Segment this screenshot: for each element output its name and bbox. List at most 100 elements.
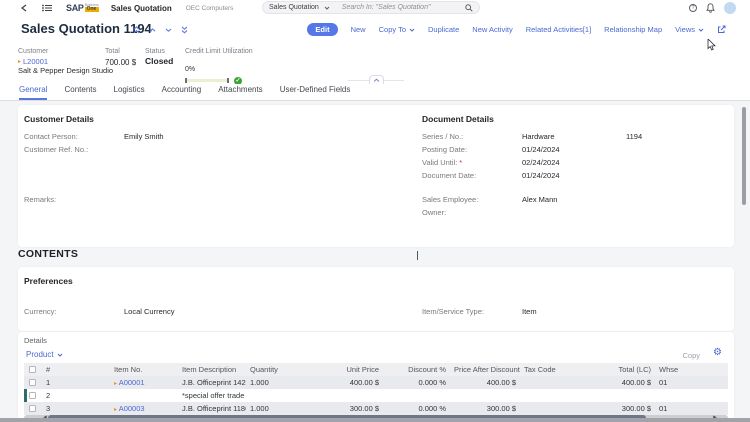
search-input[interactable]: Search In: "Sales Quotation" <box>342 4 465 11</box>
help-icon[interactable]: ? <box>689 4 697 12</box>
general-section-card: Customer Details Contact Person: Emily S… <box>18 105 734 247</box>
item-service-type-value[interactable]: Item <box>522 307 537 316</box>
sales-employee-label: Sales Employee: <box>422 195 478 204</box>
details-title: Details <box>24 336 47 345</box>
total-value: 700.00 $ <box>105 58 136 67</box>
cell-quantity: 1.000 <box>246 404 315 413</box>
currency-value[interactable]: Local Currency <box>124 307 174 316</box>
vertical-scrollbar[interactable] <box>742 101 747 418</box>
progress-start-tick <box>185 78 187 83</box>
relationship-map-button[interactable]: Relationship Map <box>604 25 662 34</box>
row-checkbox[interactable] <box>24 379 42 386</box>
document-date-label: Document Date: <box>422 171 476 180</box>
credit-progress-bar: ✓ <box>185 79 229 82</box>
cell-unit-price: 300.00 $ <box>315 404 383 413</box>
table-settings-gear-icon[interactable]: ⚙ <box>713 347 722 358</box>
contact-person-label: Contact Person: <box>24 132 78 141</box>
edit-button[interactable]: Edit <box>307 23 337 36</box>
owner-label: Owner: <box>422 208 446 217</box>
new-button[interactable]: New <box>351 25 366 34</box>
share-icon[interactable] <box>717 25 726 34</box>
select-all-checkbox[interactable] <box>24 366 42 373</box>
column-header-item-no-: Item No. <box>110 365 178 374</box>
cell-item-description: J.B. Officeprint 1420 <box>178 378 246 387</box>
required-marker: * <box>459 160 462 167</box>
customer-code-link[interactable]: ▸ L20001 <box>18 57 48 66</box>
customer-label: Customer <box>18 48 48 55</box>
cell--: 1 <box>42 378 110 387</box>
preferences-title: Preferences <box>24 276 73 286</box>
status-label: Status <box>145 48 165 55</box>
column-header-total-lc-: Total (LC) <box>588 365 655 374</box>
top-bar: SAP Business One Sales Quotation OEC Com… <box>0 0 750 16</box>
notifications-bell-icon[interactable] <box>706 3 715 13</box>
last-record-icon[interactable] <box>181 26 188 34</box>
column-header-tax-code: Tax Code <box>520 365 588 374</box>
cell-discount-: 0.000 % <box>383 404 450 413</box>
search-bar[interactable]: Sales Quotation Search In: "Sales Quotat… <box>262 1 480 14</box>
user-avatar[interactable] <box>724 2 736 14</box>
duplicate-button[interactable]: Duplicate <box>428 25 459 34</box>
document-number-value[interactable]: 1194 <box>626 132 642 141</box>
column-header-quantity: Quantity <box>246 365 315 374</box>
preferences-card: Preferences Currency: Local Currency Ite… <box>18 267 734 331</box>
sales-employee-value[interactable]: Alex Mann <box>522 195 557 204</box>
document-date-value[interactable]: 01/24/2024 <box>522 171 560 180</box>
product-dropdown[interactable]: Product <box>26 350 63 359</box>
search-scope-dropdown[interactable]: Sales Quotation <box>269 4 319 11</box>
tab-general[interactable]: General <box>19 85 47 100</box>
next-record-icon[interactable] <box>165 26 172 34</box>
series-value[interactable]: Hardware <box>522 132 555 141</box>
tab-contents[interactable]: Contents <box>64 85 96 100</box>
related-activities-1--button[interactable]: Related Activities[1] <box>526 25 591 34</box>
series-label: Series / No.: <box>422 132 463 141</box>
remarks-label: Remarks: <box>24 195 56 204</box>
contact-person-value[interactable]: Emily Smith <box>124 132 164 141</box>
chevron-down-icon <box>324 6 330 10</box>
valid-until-value[interactable]: 02/24/2024 <box>522 158 560 167</box>
cell-discount-: 0.000 % <box>383 378 450 387</box>
search-icon[interactable] <box>465 4 473 12</box>
customer-ref-label: Customer Ref. No.: <box>24 145 88 154</box>
currency-label: Currency: <box>24 307 57 316</box>
cell-whse: 01 <box>655 378 728 387</box>
title-bar: Sales Quotation 1194 EditNewCopy ToDupli… <box>0 17 750 43</box>
table-row[interactable]: 1▸ A00001J.B. Officeprint 14201.000 400.0… <box>24 376 728 389</box>
menu-icon[interactable] <box>40 4 54 12</box>
column-header-discount-: Discount % <box>383 365 450 374</box>
copy-to-button[interactable]: Copy To <box>379 25 415 34</box>
action-bar: Edit New Copy To Duplicate New Activity Relat… <box>307 23 726 36</box>
table-row[interactable]: 3▸ A00003J.B. Officeprint 11861.000300.0… <box>24 402 728 415</box>
views-button[interactable]: Views <box>675 25 704 34</box>
mouse-cursor <box>707 39 716 51</box>
cell-price-after-discount: 400.00 $ <box>450 378 520 387</box>
posting-date-label: Posting Date: <box>422 145 467 154</box>
tab-user-defined-fields[interactable]: User-Defined Fields <box>280 85 351 100</box>
tab-logistics[interactable]: Logistics <box>114 85 145 100</box>
table-row[interactable]: 2*special offer trade show* <box>24 389 728 402</box>
sales-quotation-app: SAP Business One Sales Quotation OEC Com… <box>0 0 750 422</box>
link-arrow-icon: ▸ <box>18 58 21 65</box>
column-header--: # <box>42 365 110 374</box>
cell--: 3 <box>42 404 110 413</box>
row-checkbox[interactable] <box>24 405 42 412</box>
copy-button[interactable]: Copy <box>682 351 700 360</box>
customer-name: Salt & Pepper Design Studio <box>18 66 113 75</box>
previous-record-icon[interactable] <box>149 26 156 34</box>
tab-accounting[interactable]: Accounting <box>162 85 202 100</box>
column-header-price-after-discount: Price After Discount <box>450 365 520 374</box>
details-card: Details Product Copy ⚙ #Item No.Item Des… <box>18 332 734 419</box>
first-record-icon[interactable] <box>133 26 140 34</box>
cell-price-after-discount: 300.00 $ <box>450 404 520 413</box>
new-activity-button[interactable]: New Activity <box>472 25 512 34</box>
item-no-link[interactable]: ▸ A00003 <box>110 404 178 413</box>
tab-attachments[interactable]: Attachments <box>218 85 262 100</box>
vertical-scroll-thumb[interactable] <box>742 107 746 205</box>
posting-date-value[interactable]: 01/24/2024 <box>522 145 560 154</box>
item-no-link[interactable]: ▸ A00001 <box>110 378 178 387</box>
back-icon[interactable] <box>18 4 30 12</box>
cell--: 2 <box>42 391 110 400</box>
cell-quantity: 1.000 <box>246 378 315 387</box>
window-bottom-edge <box>0 418 750 422</box>
divider <box>348 80 369 81</box>
